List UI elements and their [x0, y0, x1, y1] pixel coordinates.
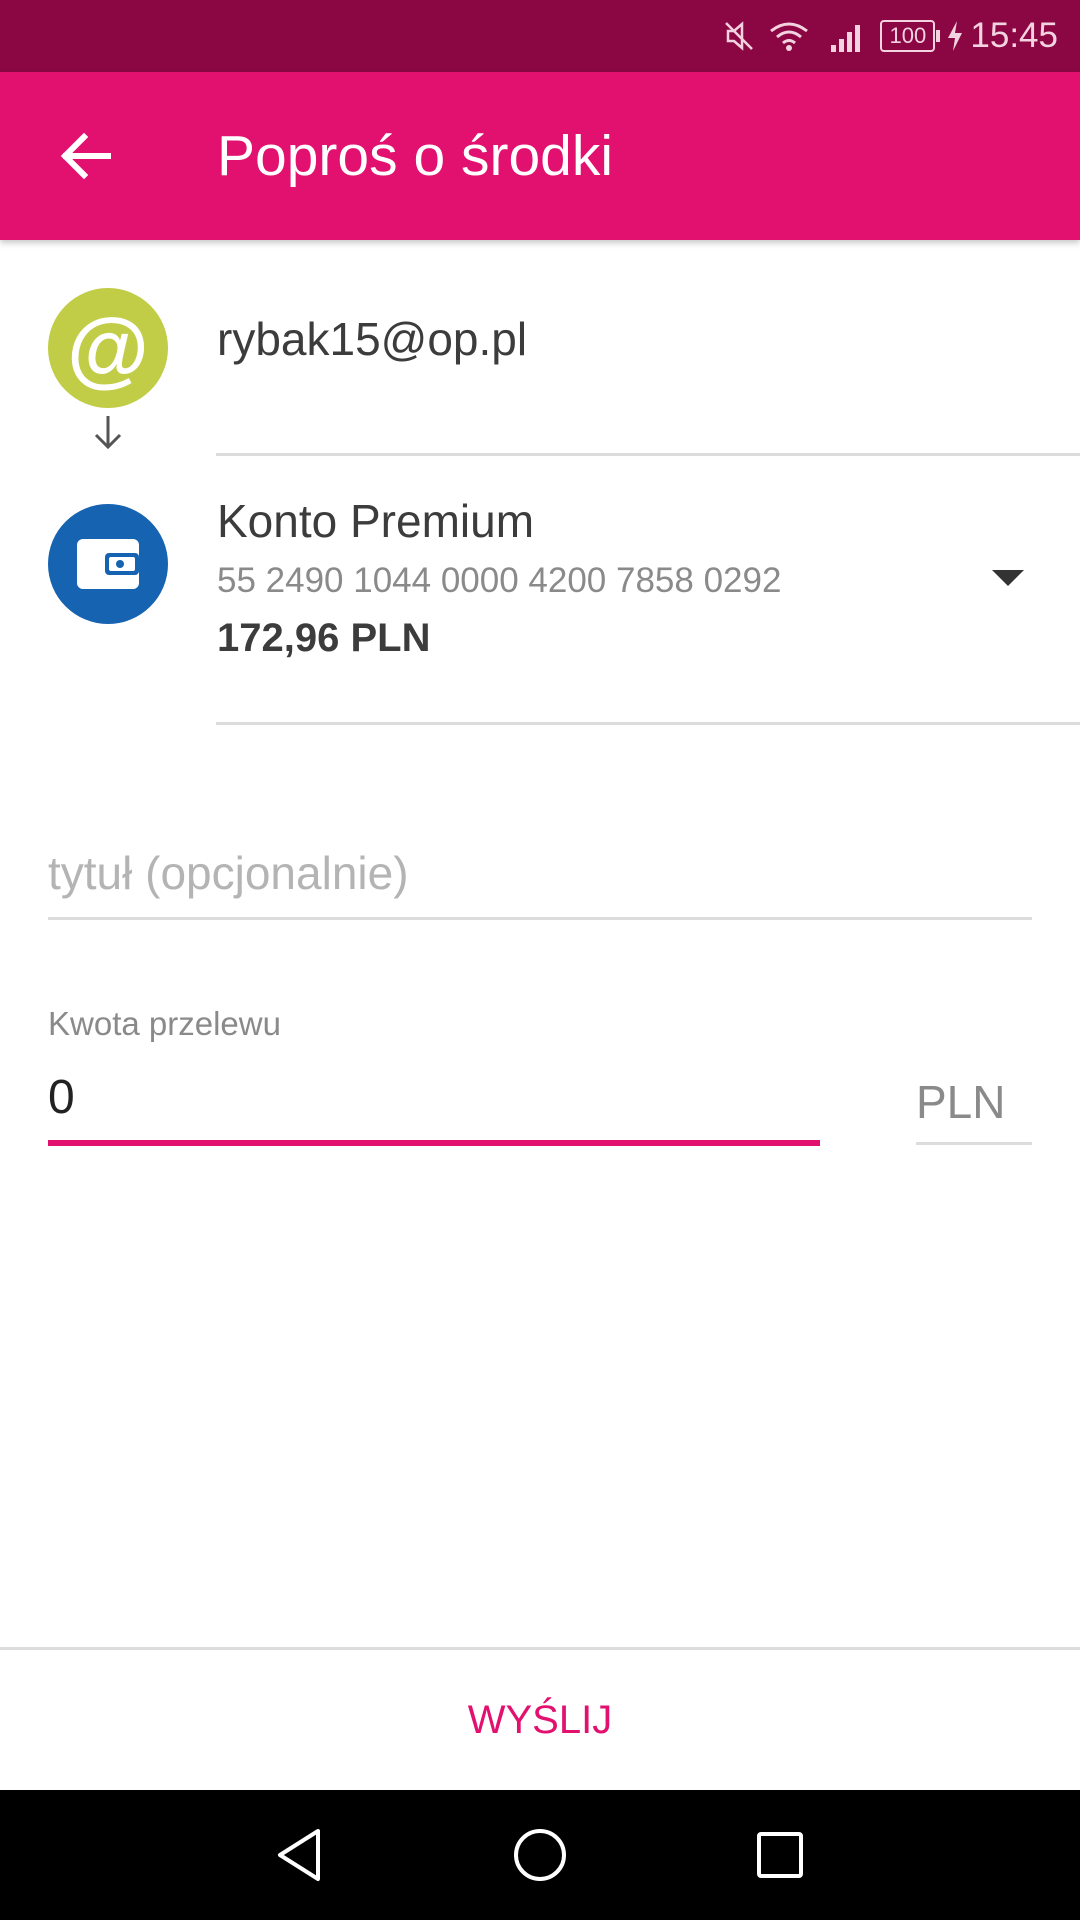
navigation-bar	[0, 1790, 1080, 1920]
nav-home-button[interactable]	[495, 1810, 585, 1900]
nav-back-button[interactable]	[255, 1810, 345, 1900]
back-button[interactable]	[42, 112, 130, 200]
signal-icon	[831, 25, 861, 52]
currency-label: PLN	[916, 1076, 1006, 1128]
account-selector[interactable]: Konto Premium 55 2490 1044 0000 4200 785…	[0, 456, 1080, 722]
triangle-back-icon	[278, 1829, 320, 1881]
title-placeholder: tytuł (opcjonalnie)	[48, 847, 409, 899]
wallet-icon	[77, 539, 139, 589]
status-icons: 100 15:45	[722, 0, 1058, 72]
circle-home-icon	[514, 1829, 566, 1881]
battery-icon: 100	[880, 20, 941, 52]
currency-field: PLN	[916, 1060, 1032, 1148]
account-balance: 172,96 PLN	[217, 616, 431, 660]
send-button[interactable]: WYŚLIJ	[0, 1650, 1080, 1790]
status-bar: 100 15:45	[0, 0, 1080, 72]
app-bar: Poproś o środki	[0, 72, 1080, 240]
amount-input[interactable]: 0	[48, 1060, 820, 1148]
page-title: Poproś o środki	[217, 124, 614, 188]
square-recents-icon	[757, 1832, 803, 1878]
account-number: 55 2490 1044 0000 4200 7858 0292	[217, 561, 782, 600]
title-input[interactable]: tytuł (opcjonalnie)	[48, 840, 1032, 920]
amount-value: 0	[48, 1071, 75, 1124]
clock: 15:45	[970, 16, 1058, 55]
currency-underline	[916, 1142, 1032, 1145]
wallet-avatar	[48, 504, 168, 624]
mute-icon	[725, 21, 754, 51]
arrow-left-icon	[60, 132, 111, 180]
title-underline	[48, 917, 1032, 920]
account-name: Konto Premium	[217, 495, 535, 547]
wifi-icon	[770, 22, 809, 51]
nav-recents-button[interactable]	[735, 1810, 825, 1900]
dropdown-triangle-icon[interactable]	[990, 568, 1026, 588]
amount-underline	[48, 1140, 820, 1146]
amount-label: Kwota przelewu	[48, 1005, 281, 1042]
arrow-down-icon	[94, 416, 122, 450]
divider	[216, 722, 1080, 725]
charging-icon	[948, 21, 963, 51]
recipient-email: rybak15@op.pl	[217, 313, 528, 365]
email-avatar: @	[48, 288, 168, 408]
battery-level: 100	[889, 23, 927, 48]
screen: 100 15:45 Poproś o środki @ rybak15@op.p…	[0, 0, 1080, 1920]
